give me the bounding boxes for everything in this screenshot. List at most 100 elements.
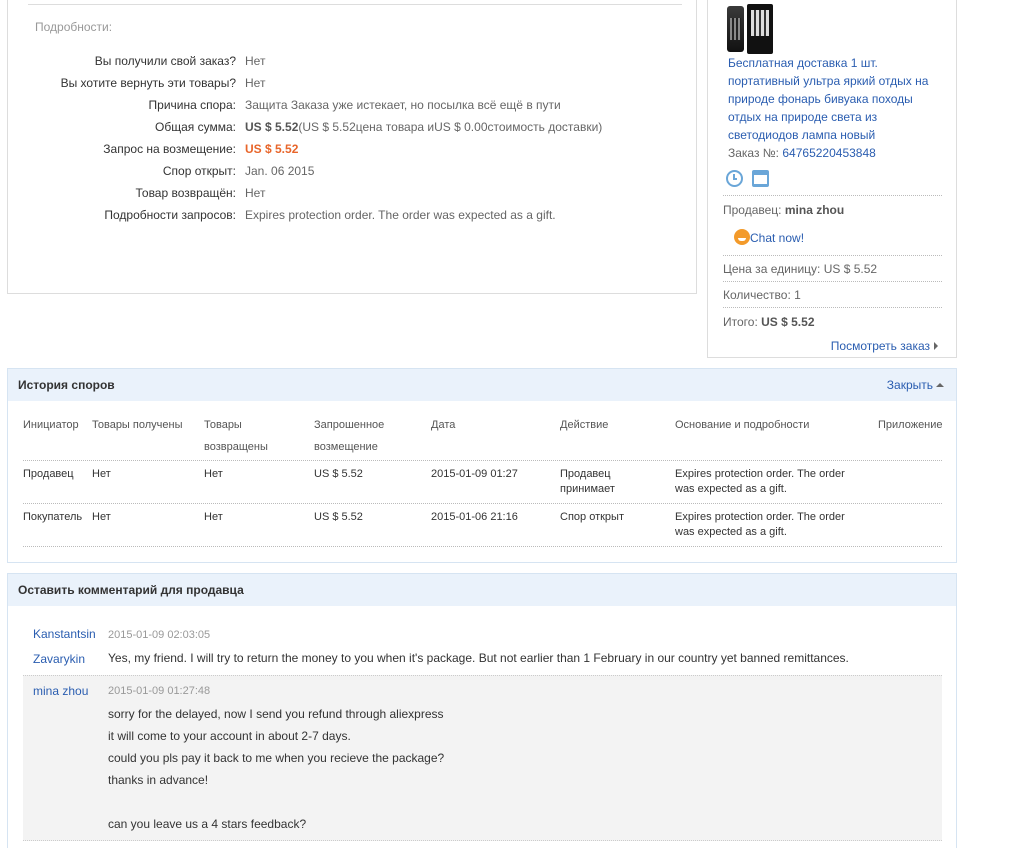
detail-value: Нет	[245, 54, 266, 68]
col-header-reason: Основание и подробности	[675, 419, 810, 431]
detail-label: Подробности запросов:	[104, 208, 236, 222]
quantity-row: Количество: 1	[723, 286, 801, 304]
col-header-attachment: Приложение	[878, 419, 943, 431]
detail-label: Спор открыт:	[162, 164, 236, 178]
comment-date: 2015-01-09 02:03:05	[108, 629, 211, 641]
detail-row-received: Вы получили свой заказ? Нет	[8, 50, 698, 72]
col-header-amount: Запрошенное возмещение	[314, 419, 385, 453]
product-thumbnail[interactable]	[727, 4, 774, 54]
lantern-image	[727, 6, 744, 52]
divider	[23, 546, 942, 547]
history-header: История споров Закрыть	[8, 369, 956, 401]
detail-row-request-details: Подробности запросов: Expires protection…	[8, 204, 698, 226]
comments-title: Оставить комментарий для продавца	[18, 583, 244, 597]
quantity-label: Количество:	[723, 288, 791, 302]
comment-author[interactable]: Kanstantsin	[33, 622, 96, 647]
total-amount: US $ 5.52	[245, 120, 299, 134]
cell-initiator: Покупатель	[23, 511, 83, 523]
order-sidebar: Бесплатная доставка 1 шт. портативный ул…	[707, 0, 957, 358]
details-section-title: Подробности:	[35, 20, 113, 34]
order-label: Заказ №:	[728, 146, 780, 160]
clock-icon[interactable]	[726, 170, 743, 187]
caret-up-icon	[936, 383, 944, 387]
divider	[723, 281, 942, 282]
divider	[723, 255, 942, 256]
lantern-image	[747, 4, 773, 54]
col-header-returned: Товары возвращены	[204, 419, 268, 453]
detail-value: Jan. 06 2015	[245, 164, 315, 178]
comment-text: Yes, my friend. I will try to return the…	[108, 651, 849, 665]
comment-text-line: can you leave us a 4 stars feedback?	[108, 817, 307, 831]
cell-initiator: Продавец	[23, 468, 74, 480]
unit-price-value: US $ 5.52	[823, 262, 878, 276]
comment-item: Kanstantsin Zavarykin 2015-01-09 02:03:0…	[23, 622, 942, 675]
detail-value: Expires protection order. The order was …	[245, 208, 556, 222]
table-row: Покупатель Нет Нет US $ 5.52 2015-01-06 …	[23, 503, 942, 546]
comments-header: Оставить комментарий для продавца	[8, 574, 956, 606]
detail-row-opened: Спор открыт: Jan. 06 2015	[8, 160, 698, 182]
detail-value: Нет	[245, 186, 266, 200]
detail-row-returned: Товар возвращён: Нет	[8, 182, 698, 204]
seller-row: Продавец: mina zhou	[723, 201, 844, 219]
order-number-row: Заказ №: 64765220453848	[728, 144, 876, 162]
cell-received: Нет	[92, 468, 111, 480]
col-header-received: Товары получены	[92, 419, 183, 431]
unit-price-label: Цена за единицу:	[723, 262, 821, 276]
col-header-action: Действие	[560, 419, 609, 431]
cell-date: 2015-01-06 21:16	[431, 511, 518, 523]
comment-date: 2015-01-09 01:27:48	[108, 685, 211, 697]
comment-author-line2[interactable]: Zavarykin	[33, 647, 85, 672]
detail-row-refund: Запрос на возмещение: US $ 5.52	[8, 138, 698, 160]
divider	[723, 195, 942, 196]
detail-row-total: Общая сумма: US $ 5.52(US $ 5.52цена тов…	[8, 116, 698, 138]
cell-amount: US $ 5.52	[314, 468, 363, 480]
detail-label: Товар возвращён:	[135, 186, 237, 200]
cell-received: Нет	[92, 511, 111, 523]
comment-text-line: sorry for the delayed, now I send you re…	[108, 707, 444, 721]
detail-row-return: Вы хотите вернуть эти товары? Нет	[8, 72, 698, 94]
total-row: Итого: US $ 5.52	[723, 313, 815, 331]
detail-label: Причина спора:	[148, 98, 236, 112]
cell-action: Продавец принимает	[560, 468, 615, 495]
dispute-history-panel: История споров Закрыть Инициатор Товары …	[7, 368, 957, 563]
comment-text-line: it will come to your account in about 2-…	[108, 729, 351, 743]
view-order-link[interactable]: Посмотреть заказ	[831, 337, 938, 355]
detail-value: US $ 5.52(US $ 5.52цена товара иUS $ 0.0…	[245, 116, 602, 138]
comment-item: mina zhou 2015-01-09 01:27:48 sorry for …	[23, 675, 942, 841]
col-header-date: Дата	[431, 419, 456, 431]
refund-amount: US $ 5.52	[245, 142, 299, 156]
dispute-details-panel: Подробности: Вы получили свой заказ? Нет…	[7, 0, 697, 294]
total-label: Итого:	[723, 315, 758, 329]
divider	[28, 4, 682, 5]
chat-label: Chat now!	[750, 231, 805, 245]
detail-value: Защита Заказа уже истекает, но посылка в…	[245, 98, 561, 112]
cell-amount: US $ 5.52	[314, 511, 363, 523]
detail-label: Вы получили свой заказ?	[94, 54, 236, 68]
order-number-link[interactable]: 64765220453848	[782, 146, 875, 160]
product-title-link[interactable]: Бесплатная доставка 1 шт. портативный ул…	[728, 54, 943, 144]
unit-price-row: Цена за единицу: US $ 5.52	[723, 260, 877, 278]
comment-author[interactable]: mina zhou	[33, 679, 88, 704]
chat-now-button[interactable]: Chat now!	[734, 229, 804, 247]
detail-label: Запрос на возмещение:	[103, 142, 236, 156]
view-order-label: Посмотреть заказ	[830, 339, 930, 353]
table-row: Продавец Нет Нет US $ 5.52 2015-01-09 01…	[23, 460, 942, 503]
cell-returned: Нет	[204, 511, 223, 523]
cell-action: Спор открыт	[560, 511, 624, 523]
seller-label: Продавец:	[723, 203, 782, 217]
caret-right-icon	[934, 342, 938, 350]
col-header-initiator: Инициатор	[23, 419, 79, 431]
history-close-button[interactable]: Закрыть	[887, 369, 944, 401]
cell-date: 2015-01-09 01:27	[431, 468, 518, 480]
quantity-value: 1	[794, 288, 801, 302]
history-title: История споров	[18, 378, 115, 392]
divider	[723, 307, 942, 308]
comment-text-line: thanks in advance!	[108, 773, 209, 787]
total-breakdown: (US $ 5.52цена товара иUS $ 0.00стоимост…	[298, 120, 603, 134]
calendar-refresh-icon[interactable]	[752, 170, 769, 187]
detail-label: Общая сумма:	[155, 120, 236, 134]
comment-text-line: could you pls pay it back to me when you…	[108, 751, 445, 765]
detail-label: Вы хотите вернуть эти товары?	[60, 76, 236, 90]
seller-comment-panel: Оставить комментарий для продавца Kansta…	[7, 573, 957, 848]
detail-row-reason: Причина спора: Защита Заказа уже истекае…	[8, 94, 698, 116]
